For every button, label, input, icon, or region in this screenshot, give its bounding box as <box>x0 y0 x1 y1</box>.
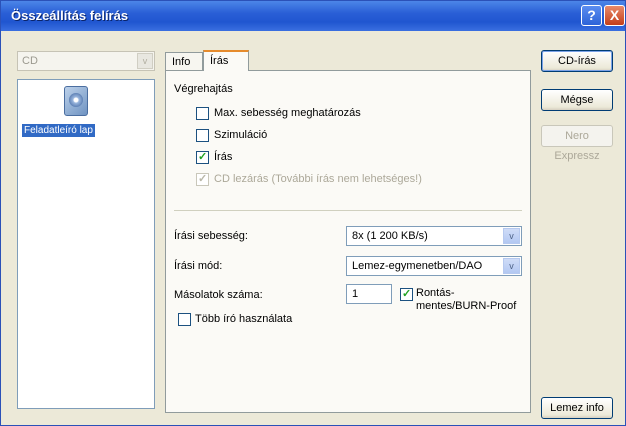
max-speed-label: Max. sebesség meghatározás <box>214 107 361 119</box>
burn-proof-label: Rontás-mentes/BURN-Proof <box>416 287 517 312</box>
help-button[interactable]: ? <box>581 5 602 26</box>
write-mode-label: Írási mód: <box>174 260 223 272</box>
multi-writer-checkbox[interactable] <box>178 313 191 326</box>
copies-input[interactable]: 1 <box>346 284 392 304</box>
execution-group-title: Végrehajtás <box>174 83 233 95</box>
cd-burn-button[interactable]: CD-írás <box>541 50 613 72</box>
cancel-button[interactable]: Mégse <box>541 89 613 111</box>
write-mode-value: Lemez-egymenetben/DAO <box>352 260 483 272</box>
write-speed-value: 8x (1 200 KB/s) <box>352 230 428 242</box>
media-type-select[interactable]: CD v <box>17 51 155 71</box>
separator <box>174 210 522 211</box>
burn-compilation-dialog: Összeállítás felírás ? X CD v Feladatleí… <box>0 0 626 426</box>
write-speed-label: Írási sebesség: <box>174 230 248 242</box>
chevron-down-icon: v <box>503 258 520 274</box>
compilation-sheet-label[interactable]: Feladatleíró lap <box>22 124 95 137</box>
compilation-list: Feladatleíró lap <box>17 79 155 409</box>
copies-value: 1 <box>352 288 359 300</box>
chevron-down-icon: v <box>137 53 153 69</box>
copies-label: Másolatok száma: <box>174 289 263 301</box>
window-title: Összeállítás felírás <box>11 8 129 23</box>
media-type-value: CD <box>22 55 38 67</box>
compilation-sheet-icon[interactable] <box>64 86 88 116</box>
tab-iras[interactable]: Írás <box>203 50 249 71</box>
finalize-cd-checkbox[interactable] <box>196 172 209 186</box>
simulation-checkbox[interactable] <box>196 129 209 142</box>
write-speed-select[interactable]: 8x (1 200 KB/s) v <box>346 226 522 246</box>
max-speed-checkbox[interactable] <box>196 107 209 120</box>
tab-info[interactable]: Info <box>165 52 203 70</box>
chevron-down-icon: v <box>503 228 520 244</box>
burn-proof-checkbox[interactable] <box>400 287 413 301</box>
disc-info-button[interactable]: Lemez info <box>541 397 613 419</box>
write-mode-select[interactable]: Lemez-egymenetben/DAO v <box>346 256 522 276</box>
simulation-label: Szimuláció <box>214 129 268 141</box>
multi-writer-label: Több író használata <box>195 313 293 325</box>
close-button[interactable]: X <box>604 5 625 26</box>
tab-panel-iras: Végrehajtás Max. sebesség meghatározás S… <box>165 70 531 413</box>
finalize-cd-label: CD lezárás (További írás nem lehetséges!… <box>214 173 422 185</box>
write-label: Írás <box>214 151 233 163</box>
write-checkbox[interactable] <box>196 150 209 164</box>
nero-express-button[interactable]: Nero Expressz <box>541 125 613 162</box>
title-bar[interactable]: Összeállítás felírás ? X <box>1 1 625 31</box>
